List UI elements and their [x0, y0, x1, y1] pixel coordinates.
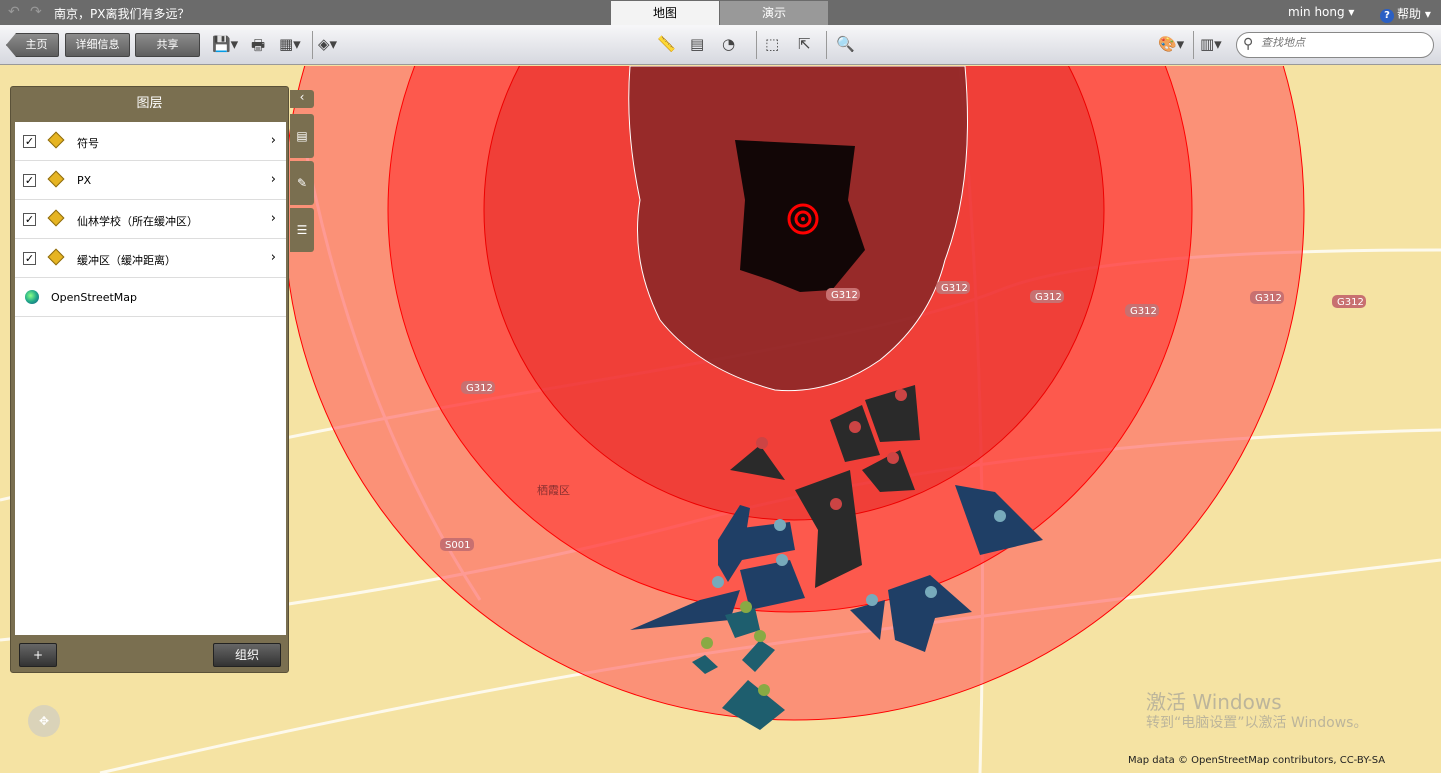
layer-checkbox[interactable]: ✓ — [23, 213, 36, 226]
table-icon[interactable]: ▤ — [690, 35, 704, 53]
layer-label: 符号 — [77, 137, 99, 150]
layer-label: OpenStreetMap — [51, 291, 138, 304]
search-icon: ⚲ — [1243, 36, 1254, 52]
collapse-panel-button[interactable]: ‹ — [290, 90, 314, 108]
road-label: G312 — [1130, 306, 1157, 317]
panel-title: 图层 — [136, 96, 163, 111]
details-button[interactable]: 详细信息 — [65, 33, 130, 57]
feature-layer-icon — [47, 131, 65, 149]
chevron-right-icon[interactable]: › — [271, 250, 276, 265]
add-layer-button[interactable]: + — [19, 643, 57, 667]
layer-list: ✓ 符号 › ✓ PX › ✓ 仙林学校（所在缓冲区） › ✓ 缓冲区（缓冲距离） › Open… — [15, 122, 286, 635]
layer-checkbox[interactable]: ✓ — [23, 174, 36, 187]
gauge-icon[interactable]: ◔ — [722, 35, 735, 53]
px-site-polygon — [735, 140, 865, 292]
tab-map[interactable]: 地图 — [611, 1, 719, 25]
separator — [1193, 31, 1194, 59]
road-label: S001 — [445, 540, 470, 551]
user-menu[interactable]: min hong ▾ — [1288, 5, 1354, 19]
layer-item-symbols[interactable]: ✓ 符号 › — [15, 122, 286, 161]
activation-watermark-title: 激活 Windows — [1146, 690, 1282, 714]
activation-watermark-text: 转到“电脑设置”以激活 Windows。 — [1146, 715, 1368, 731]
undo-icon[interactable]: ↶ — [8, 4, 20, 20]
select-icon[interactable]: ⬚ — [765, 35, 779, 53]
palette-icon[interactable]: 🎨▾ — [1158, 35, 1184, 53]
separator — [312, 31, 313, 59]
road-label: G312 — [831, 290, 858, 301]
help-icon: ? — [1380, 9, 1394, 23]
measure-icon[interactable]: 📏 — [657, 35, 676, 53]
content-tab-icon[interactable]: ☰ — [290, 208, 314, 252]
layer-label: PX — [77, 174, 92, 187]
road-label: G312 — [941, 283, 968, 294]
feature-layer-icon — [47, 209, 65, 227]
separator — [826, 31, 827, 59]
layer-label: 仙林学校（所在缓冲区） — [77, 215, 198, 228]
chevron-right-icon[interactable]: › — [271, 133, 276, 148]
layer-item-buffer[interactable]: ✓ 缓冲区（缓冲距离） › — [15, 239, 286, 278]
separator — [756, 31, 757, 59]
layer-checkbox[interactable]: ✓ — [23, 252, 36, 265]
map-title: 南京，PX离我们有多远？ — [54, 7, 190, 21]
feature-layer-icon — [47, 248, 65, 266]
layer-item-schools[interactable]: ✓ 仙林学校（所在缓冲区） › — [15, 200, 286, 239]
legend-tab-icon[interactable]: ▤ — [290, 114, 314, 158]
globe-icon — [25, 290, 39, 304]
zoom-select-icon[interactable]: 🔍 — [836, 35, 855, 53]
district-label: 栖霞区 — [537, 483, 570, 497]
share-button[interactable]: 共享 — [135, 33, 200, 57]
add-layer-icon[interactable]: ◈▾ — [318, 35, 337, 53]
chevron-right-icon[interactable]: › — [271, 172, 276, 187]
help-menu[interactable]: ? 帮助 ▾ — [1380, 5, 1431, 23]
road-label: G312 — [466, 383, 493, 394]
bookmark-icon[interactable]: ▥▾ — [1200, 35, 1222, 53]
help-label: 帮助 ▾ — [1397, 7, 1431, 21]
home-button[interactable]: 主页 — [6, 33, 59, 57]
feature-layer-icon — [47, 170, 65, 188]
search-input[interactable] — [1261, 37, 1421, 49]
layer-item-px[interactable]: ✓ PX › — [15, 161, 286, 200]
clear-selection-icon[interactable]: ⇱ — [798, 35, 811, 53]
pan-control-icon[interactable]: ✥ — [28, 705, 60, 737]
tab-presentation[interactable]: 演示 — [720, 1, 828, 25]
road-label: G312 — [1337, 297, 1364, 308]
map-attribution: Map data © OpenStreetMap contributors, C… — [1128, 755, 1386, 766]
road-label: G312 — [1035, 292, 1062, 303]
organize-button[interactable]: 组织 — [213, 643, 281, 667]
edit-tab-icon[interactable]: ✎ — [290, 161, 314, 205]
layer-label: 缓冲区（缓冲距离） — [77, 254, 176, 267]
toolbar: 主页 详细信息 共享 💾▾ 🖶 ▦▾ ◈▾ 📏 ▤ ◔ ⬚ ⇱ 🔍 🎨▾ ▥▾ … — [0, 25, 1441, 65]
layer-checkbox[interactable]: ✓ — [23, 135, 36, 148]
layer-item-basemap[interactable]: OpenStreetMap — [15, 278, 286, 317]
layers-panel: 图层 ✓ 符号 › ✓ PX › ✓ 仙林学校（所在缓冲区） › ✓ 缓冲区（缓冲距离） › O… — [10, 86, 289, 673]
redo-icon[interactable]: ↷ — [30, 4, 42, 20]
save-icon[interactable]: 💾▾ — [212, 35, 238, 53]
basemap-gallery-icon[interactable]: ▦▾ — [279, 35, 301, 53]
road-label: G312 — [1255, 293, 1282, 304]
title-bar: ↶ ↷ 南京，PX离我们有多远？ 地图 演示 min hong ▾ ? 帮助 ▾ — [0, 0, 1441, 25]
print-icon[interactable]: 🖶 — [251, 35, 265, 60]
chevron-right-icon[interactable]: › — [271, 211, 276, 226]
search-box[interactable]: ⚲ — [1236, 32, 1434, 58]
